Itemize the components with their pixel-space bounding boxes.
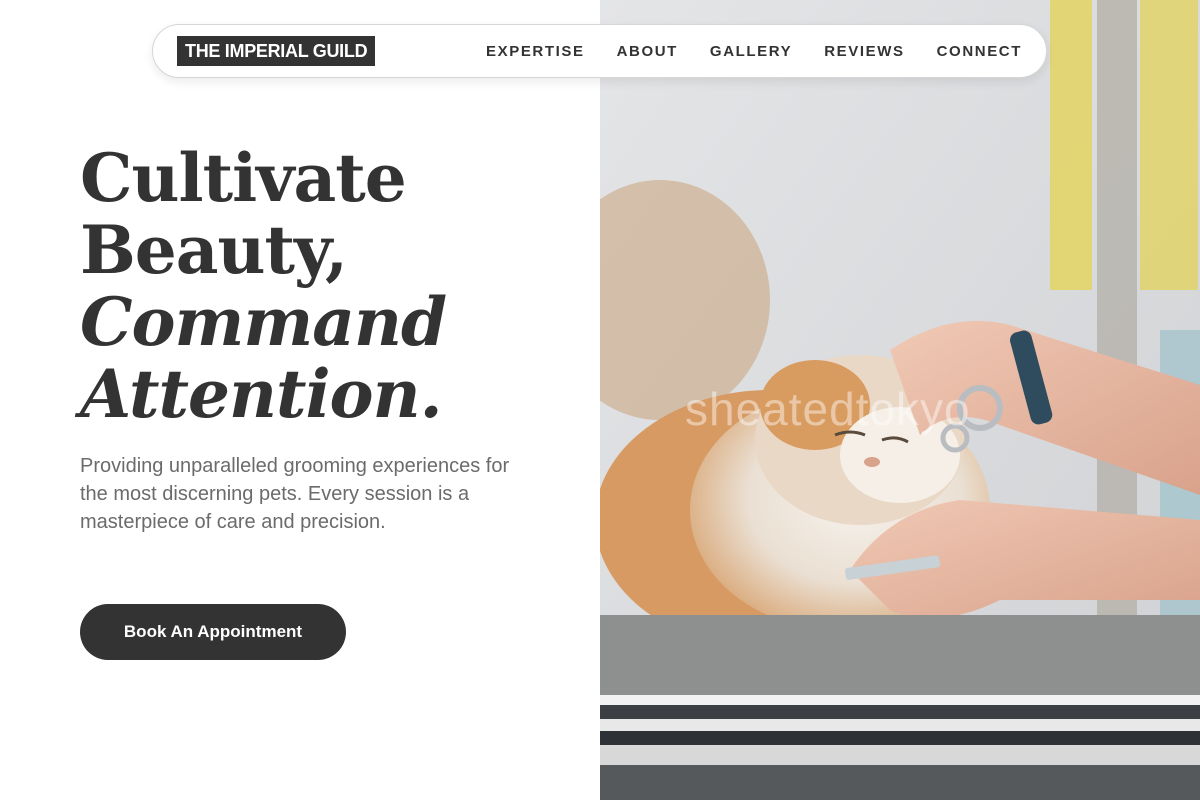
brand-logo[interactable]: THE IMPERIAL GUILD [177,36,376,66]
nav-links: EXPERTISE ABOUT GALLERY REVIEWS CONNECT [486,43,1022,60]
nav-link-reviews[interactable]: REVIEWS [824,43,904,60]
hero-heading-line-3: Command [80,283,447,361]
hero-heading-line-1: Cultivate [80,139,407,217]
hero-heading: Cultivate Beauty, Command Attention. [80,142,580,430]
image-watermark: sheatedtokyo [685,383,971,435]
book-appointment-button[interactable]: Book An Appointment [80,604,346,660]
hero-heading-line-4: Attention. [80,355,443,433]
hero-heading-line-2: Beauty, [80,211,348,289]
hero-subtext: Providing unparalleled grooming experien… [80,455,510,533]
nav-link-expertise[interactable]: EXPERTISE [486,43,585,60]
nav-link-gallery[interactable]: GALLERY [710,43,792,60]
main-navbar: THE IMPERIAL GUILD EXPERTISE ABOUT GALLE… [152,24,1047,78]
hero-image: sheatedtokyo [600,0,1200,800]
nav-link-connect[interactable]: CONNECT [937,43,1022,60]
nav-link-about[interactable]: ABOUT [617,43,678,60]
